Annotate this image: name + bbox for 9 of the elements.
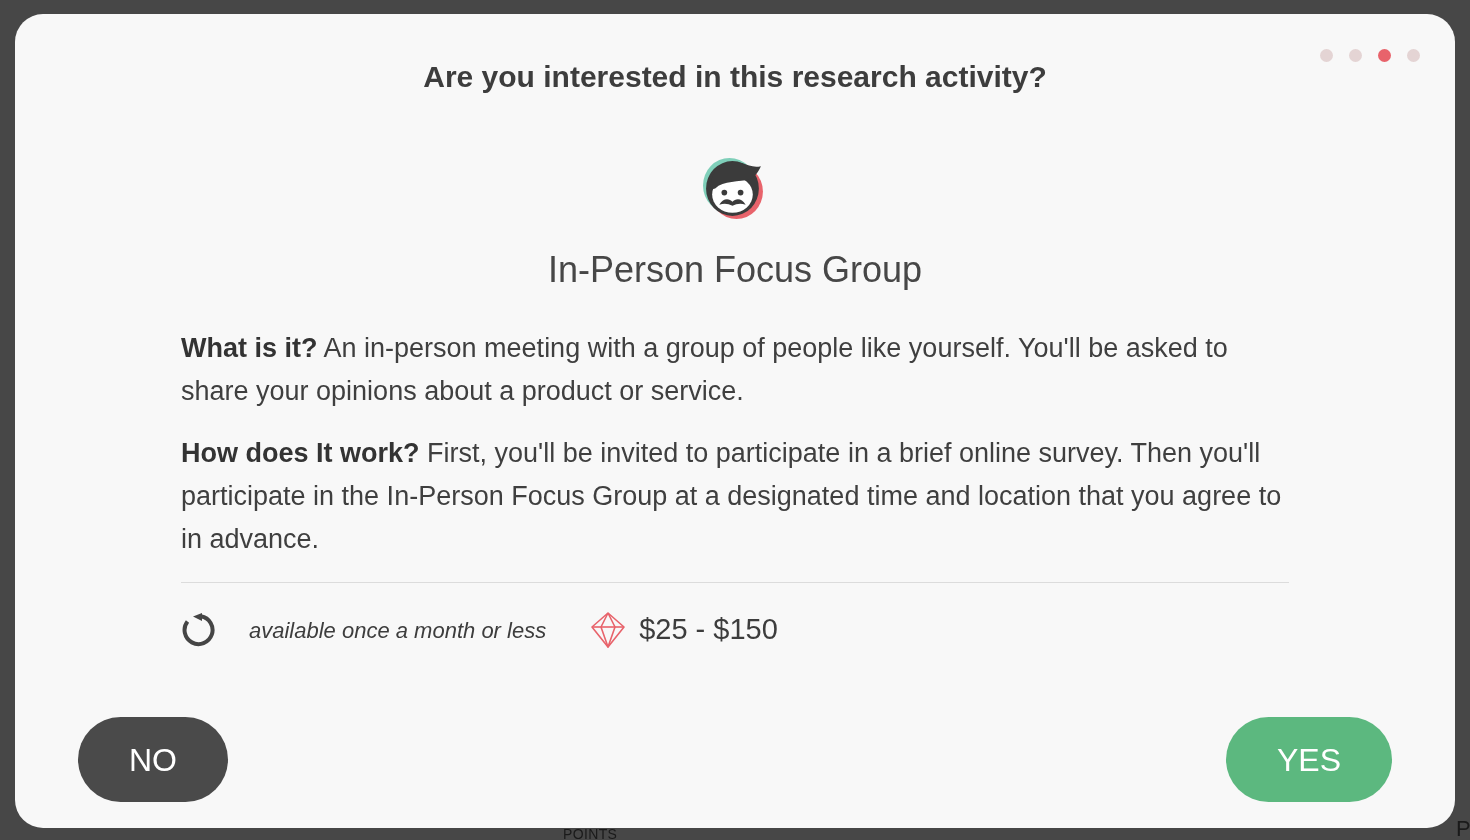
description-paragraph: How does It work? First, you'll be invited to participate in a brief online survey. Then you'll participate in the In-Person Focus Group at a designated time and location that you agree to in advance. xyxy=(181,437,1283,556)
dialog-title: Are you interested in this research activity? xyxy=(423,59,1047,95)
refresh-icon xyxy=(181,613,215,647)
frequency-text: available once a month or less xyxy=(249,616,547,645)
reward-range: $25 - $150 xyxy=(639,612,778,648)
description-paragraph: What is it? An in-person meeting with a group of people like yourself. You'll be asked to share your opinions about a product or service. xyxy=(181,332,1229,408)
no-button[interactable]: NO xyxy=(78,717,228,802)
activity-name: In-Person Focus Group xyxy=(547,248,923,292)
diamond-icon xyxy=(590,612,627,648)
